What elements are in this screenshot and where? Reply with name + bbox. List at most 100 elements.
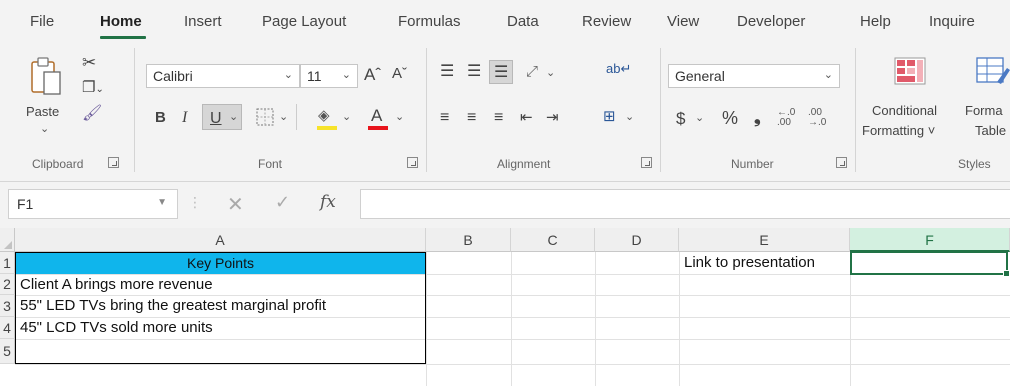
format-as-table-line1[interactable]: Forma	[965, 103, 1003, 118]
grow-font-button[interactable]: Aˆ	[364, 66, 381, 83]
tab-view[interactable]: View	[667, 13, 699, 30]
font-color-dropdown-chevron-icon[interactable]: ⌄	[395, 112, 404, 123]
align-top-icon[interactable]: ☰	[440, 64, 454, 80]
tab-insert[interactable]: Insert	[184, 13, 222, 30]
gridline	[511, 252, 512, 386]
comma-style-button[interactable]: ❟	[754, 109, 761, 126]
align-right-icon[interactable]: ≡	[494, 110, 503, 126]
conditional-formatting-line2[interactable]: Formatting ˅	[862, 123, 935, 138]
name-box[interactable]: F1 ▼	[8, 189, 178, 219]
align-left-icon[interactable]: ≡	[440, 110, 449, 126]
group-divider	[855, 48, 856, 172]
tab-inquire[interactable]: Inquire	[929, 13, 975, 30]
styles-group-label: Styles	[958, 157, 991, 171]
font-launcher-icon[interactable]	[407, 157, 418, 168]
fill-color-swatch	[317, 126, 337, 130]
tab-developer[interactable]: Developer	[737, 13, 805, 30]
paste-dropdown-chevron-icon[interactable]: ⌄	[40, 124, 49, 135]
format-as-table-line2[interactable]: Table	[975, 123, 1006, 138]
number-format-combo[interactable]: General ⌄	[668, 64, 840, 88]
copy-icon[interactable]: ❐⌄	[82, 80, 104, 95]
fill-color-dropdown-chevron-icon[interactable]: ⌄	[342, 112, 351, 123]
fill-color-icon[interactable]: ◈	[318, 108, 330, 123]
column-header-e[interactable]: E	[679, 228, 850, 252]
clipboard-launcher-icon[interactable]	[108, 157, 119, 168]
column-header-a[interactable]: A	[15, 228, 426, 252]
tab-help[interactable]: Help	[860, 13, 891, 30]
ribbon-tab-bar: File Home Insert Page Layout Formulas Da…	[0, 0, 1010, 42]
currency-format-button[interactable]: $	[676, 110, 685, 127]
increase-decimal-icon[interactable]: ←.0.00	[777, 108, 795, 128]
number-format-value: General	[675, 68, 725, 84]
alignment-group-label: Alignment	[497, 157, 551, 171]
gridline	[595, 252, 596, 386]
align-bottom-button[interactable]: ☰	[489, 60, 513, 84]
number-launcher-icon[interactable]	[836, 157, 847, 168]
active-tab-indicator	[100, 36, 146, 39]
cut-icon[interactable]: ✂	[82, 54, 96, 71]
formula-bar-grip-icon[interactable]: ⋮	[188, 194, 202, 211]
underline-button[interactable]: U ⌄	[202, 104, 242, 130]
row-header-3[interactable]: 3	[0, 295, 15, 317]
percent-style-button[interactable]: %	[722, 109, 738, 127]
selected-cell-f1[interactable]	[850, 251, 1010, 277]
merge-center-icon[interactable]: ⊞	[603, 109, 616, 124]
wrap-text-icon[interactable]: ab↵	[606, 62, 631, 75]
borders-icon[interactable]	[256, 108, 274, 126]
divider	[296, 104, 297, 130]
cell-e1[interactable]: Link to presentation	[680, 252, 815, 274]
cancel-entry-icon[interactable]: ✕	[227, 192, 244, 217]
shrink-font-button[interactable]: Aˇ	[392, 66, 407, 81]
increase-indent-icon[interactable]: ⇥	[546, 110, 559, 125]
row-header-4[interactable]: 4	[0, 317, 15, 339]
worksheet-grid: A B C D E F 1 2 3 4 5 Key Points Client …	[0, 228, 1010, 386]
column-header-b[interactable]: B	[426, 228, 511, 252]
tab-file[interactable]: File	[30, 13, 54, 30]
conditional-formatting-icon[interactable]	[893, 56, 927, 86]
font-size-combo[interactable]: 11 ⌄	[300, 64, 358, 88]
gridline	[426, 252, 427, 386]
orientation-dropdown-chevron-icon[interactable]: ⌄	[546, 68, 555, 79]
row-header-5[interactable]: 5	[0, 339, 15, 364]
borders-dropdown-chevron-icon[interactable]: ⌄	[279, 112, 288, 123]
font-name-combo[interactable]: Calibri ⌄	[146, 64, 300, 88]
tab-review[interactable]: Review	[582, 13, 631, 30]
underline-label: U	[210, 110, 222, 127]
align-center-icon[interactable]: ≡	[467, 110, 476, 126]
conditional-formatting-line1[interactable]: Conditional	[872, 103, 937, 118]
column-header-c[interactable]: C	[511, 228, 595, 252]
tab-formulas[interactable]: Formulas	[398, 13, 461, 30]
alignment-launcher-icon[interactable]	[641, 157, 652, 168]
font-color-button[interactable]: A	[371, 107, 382, 124]
decrease-decimal-icon[interactable]: .00 →.0	[808, 108, 826, 128]
align-middle-icon[interactable]: ☰	[467, 64, 481, 80]
column-header-f[interactable]: F	[850, 228, 1010, 252]
tab-page-layout[interactable]: Page Layout	[262, 13, 346, 30]
orientation-icon[interactable]: ⤢	[526, 64, 538, 79]
group-divider	[660, 48, 661, 172]
formula-input[interactable]	[360, 189, 1010, 219]
paste-icon[interactable]	[28, 56, 64, 98]
row-header-1[interactable]: 1	[0, 252, 15, 274]
font-color-swatch	[368, 126, 388, 130]
formula-bar: F1 ▼ ⋮ ✕ ✓ fx	[0, 182, 1010, 228]
font-group-label: Font	[258, 157, 283, 171]
format-painter-icon[interactable]: 🖌	[82, 106, 102, 122]
tab-data[interactable]: Data	[507, 13, 539, 30]
insert-function-button[interactable]: fx	[320, 192, 336, 212]
decrease-indent-icon[interactable]: ⇤	[520, 110, 533, 125]
currency-dropdown-chevron-icon[interactable]: ⌄	[695, 113, 704, 124]
row-header-2[interactable]: 2	[0, 274, 15, 295]
table-border	[15, 252, 426, 364]
column-header-d[interactable]: D	[595, 228, 679, 252]
confirm-entry-icon[interactable]: ✓	[275, 192, 290, 213]
tab-home[interactable]: Home	[100, 13, 142, 30]
merge-dropdown-chevron-icon[interactable]: ⌄	[625, 112, 634, 123]
group-divider	[426, 48, 427, 172]
select-all-corner[interactable]	[0, 228, 15, 252]
format-as-table-icon[interactable]	[975, 56, 1010, 86]
italic-button[interactable]: I	[182, 110, 187, 126]
bold-button[interactable]: B	[155, 110, 166, 125]
name-box-value: F1	[17, 196, 34, 212]
paste-label[interactable]: Paste	[26, 104, 59, 119]
